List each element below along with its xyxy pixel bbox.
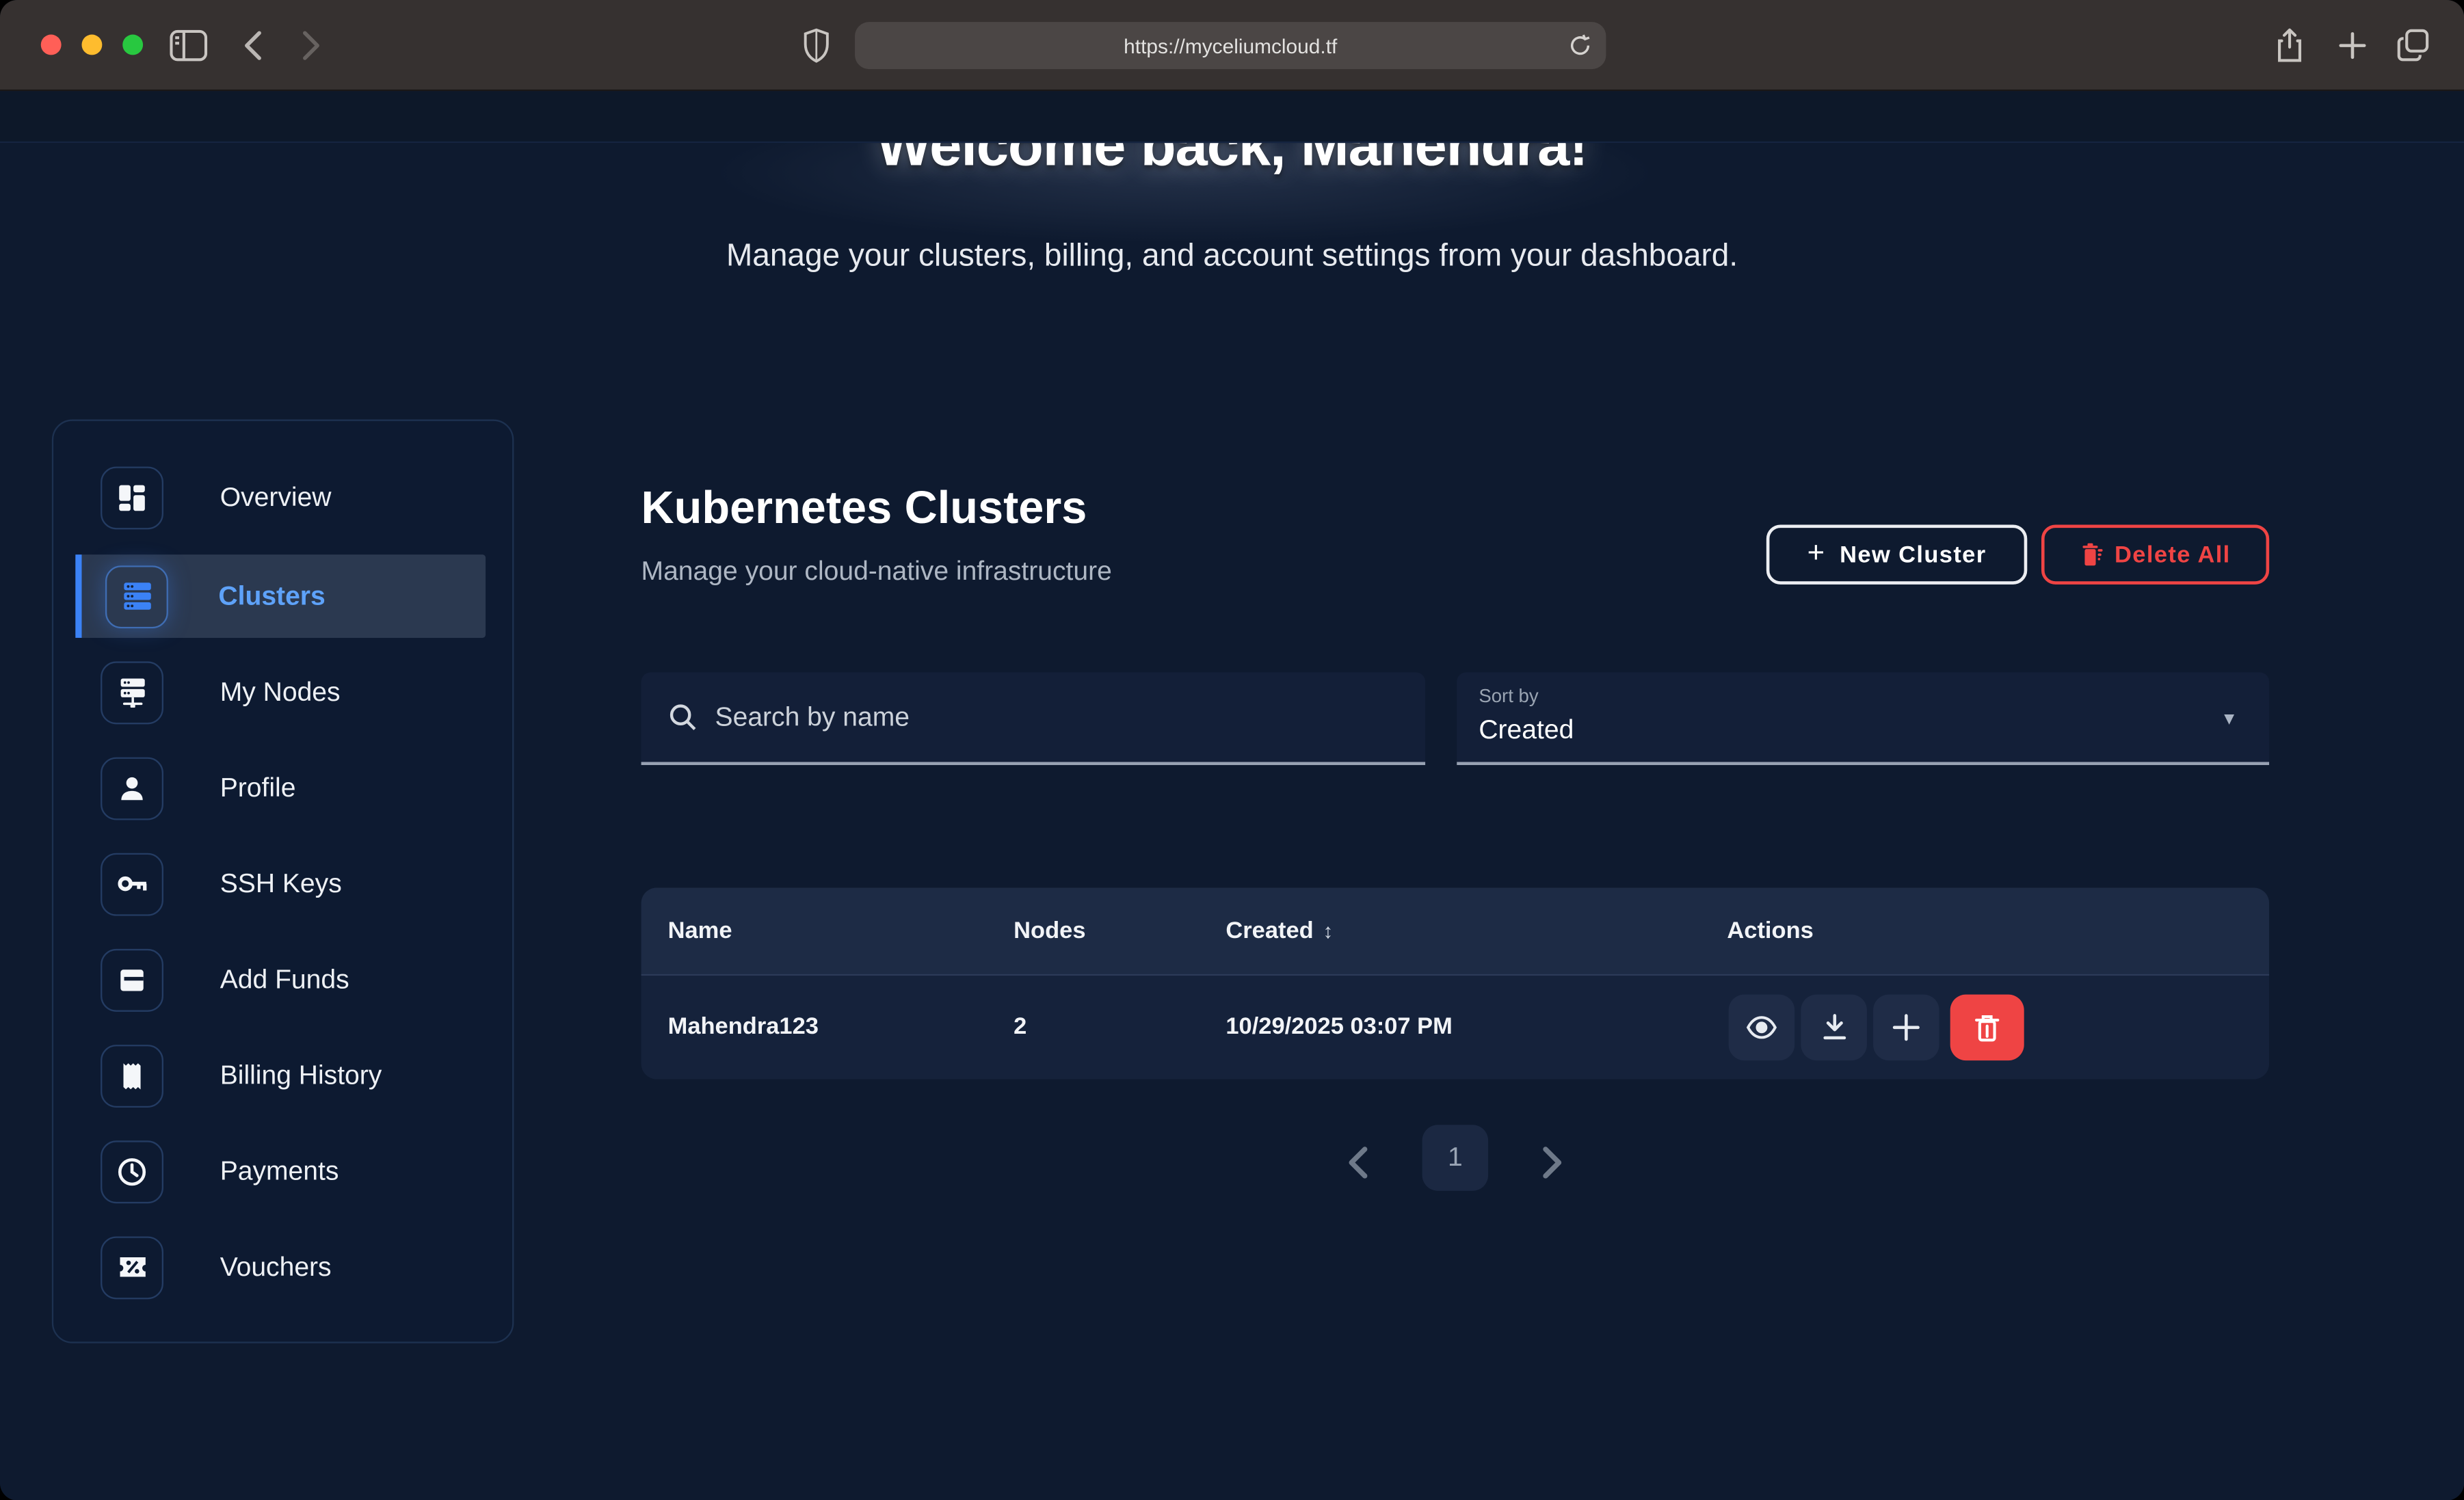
top-navbar-band xyxy=(0,91,2464,143)
page-subtitle: Manage your cloud-native infrastructure xyxy=(641,556,1112,587)
sidebar-item-my-nodes[interactable]: My Nodes xyxy=(55,650,486,734)
col-actions: Actions xyxy=(1727,918,1813,944)
page-content: Welcome back, Mahendra! Manage your clus… xyxy=(0,91,2464,1500)
new-cluster-button[interactable]: + New Cluster xyxy=(1766,524,2027,584)
sidebar-item-label: Billing History xyxy=(220,1060,382,1091)
sort-by-label: Sort by xyxy=(1479,685,1538,707)
add-node-button[interactable] xyxy=(1873,995,1939,1061)
back-icon[interactable] xyxy=(242,30,263,62)
cell-node-count: 2 xyxy=(1014,1013,1026,1040)
delete-all-label: Delete All xyxy=(2115,541,2231,568)
privacy-shield-icon[interactable] xyxy=(803,27,830,64)
share-icon[interactable] xyxy=(2275,27,2303,64)
sort-by-value: Created xyxy=(1479,715,1574,747)
voucher-icon xyxy=(101,1235,163,1298)
sort-by-select[interactable]: Sort by Created ▼ xyxy=(1457,673,2269,766)
cell-created-date: 10/29/2025 03:07 PM xyxy=(1226,1013,1453,1040)
chevron-down-icon: ▼ xyxy=(2221,710,2238,729)
trash-icon xyxy=(2080,542,2102,567)
sidebar-item-clusters[interactable]: Clusters xyxy=(75,554,486,638)
new-tab-icon[interactable] xyxy=(2338,31,2366,59)
wallet-icon xyxy=(101,948,163,1011)
key-icon xyxy=(101,853,163,915)
search-input[interactable] xyxy=(715,701,1375,733)
sidebar-item-billing-history[interactable]: Billing History xyxy=(55,1034,486,1117)
eye-icon xyxy=(1746,1015,1777,1040)
url-text: https://myceliumcloud.tf xyxy=(1124,34,1337,57)
minimize-window-button[interactable] xyxy=(81,35,102,55)
search-icon xyxy=(668,702,698,732)
browser-window: https://myceliumcloud.tf xyxy=(0,0,2464,1500)
pagination: 1 xyxy=(0,1120,2464,1230)
sidebar-item-label: My Nodes xyxy=(220,676,341,708)
plus-icon: + xyxy=(1807,537,1826,572)
new-cluster-label: New Cluster xyxy=(1840,541,1986,568)
node-icon xyxy=(101,660,163,723)
download-icon xyxy=(1820,1013,1847,1041)
col-created[interactable]: Created↕ xyxy=(1226,918,1333,944)
servers-icon xyxy=(105,565,168,628)
sidebar-item-label: Profile xyxy=(220,772,296,803)
download-kubeconfig-button[interactable] xyxy=(1801,995,1867,1061)
sidebar-toggle-icon[interactable] xyxy=(170,30,207,62)
search-box xyxy=(641,673,1426,766)
sidebar-item-overview[interactable]: Overview xyxy=(55,455,486,539)
address-bar[interactable]: https://myceliumcloud.tf xyxy=(855,22,1606,69)
browser-toolbar: https://myceliumcloud.tf xyxy=(0,0,2464,91)
clusters-table: Name Nodes Created↕ Actions Mahendra123 … xyxy=(641,887,2270,1079)
sidebar-item-add-funds[interactable]: Add Funds xyxy=(55,938,486,1021)
page-number-button[interactable]: 1 xyxy=(1422,1125,1489,1191)
sidebar-item-profile[interactable]: Profile xyxy=(55,747,486,830)
view-cluster-button[interactable] xyxy=(1729,995,1795,1061)
plus-icon xyxy=(1892,1013,1920,1041)
traffic-lights xyxy=(41,35,143,55)
table-row: Mahendra123 2 10/29/2025 03:07 PM xyxy=(641,974,2270,1080)
col-name: Name xyxy=(668,918,732,944)
reload-icon[interactable] xyxy=(1568,33,1591,66)
tab-overview-icon[interactable] xyxy=(2396,28,2429,63)
delete-all-button[interactable]: Delete All xyxy=(2041,524,2269,584)
person-icon xyxy=(101,756,163,819)
table-header: Name Nodes Created↕ Actions xyxy=(641,887,2270,974)
welcome-subtitle: Manage your clusters, billing, and accou… xyxy=(0,239,2464,275)
sidebar-item-vouchers[interactable]: Vouchers xyxy=(55,1225,486,1309)
close-window-button[interactable] xyxy=(41,35,62,55)
page-title: Kubernetes Clusters xyxy=(641,484,1087,536)
sidebar-item-label: Clusters xyxy=(218,580,325,612)
sidebar-item-label: Overview xyxy=(220,481,332,513)
zoom-window-button[interactable] xyxy=(122,35,143,55)
trash-icon xyxy=(1974,1013,2000,1043)
prev-page-icon[interactable] xyxy=(1347,1145,1368,1188)
receipt-icon xyxy=(101,1044,163,1107)
delete-cluster-button[interactable] xyxy=(1950,995,2024,1061)
sidebar-item-ssh-keys[interactable]: SSH Keys xyxy=(55,842,486,926)
dashboard-icon xyxy=(101,466,163,528)
sidebar-item-label: Vouchers xyxy=(220,1251,332,1283)
sidebar-item-label: Add Funds xyxy=(220,964,349,995)
next-page-icon[interactable] xyxy=(1541,1145,1563,1188)
forward-icon[interactable] xyxy=(302,30,322,62)
sort-arrows-icon: ↕ xyxy=(1323,919,1334,942)
cell-cluster-name: Mahendra123 xyxy=(668,1013,819,1040)
col-nodes: Nodes xyxy=(1014,918,1085,944)
sidebar-item-label: SSH Keys xyxy=(220,868,342,900)
